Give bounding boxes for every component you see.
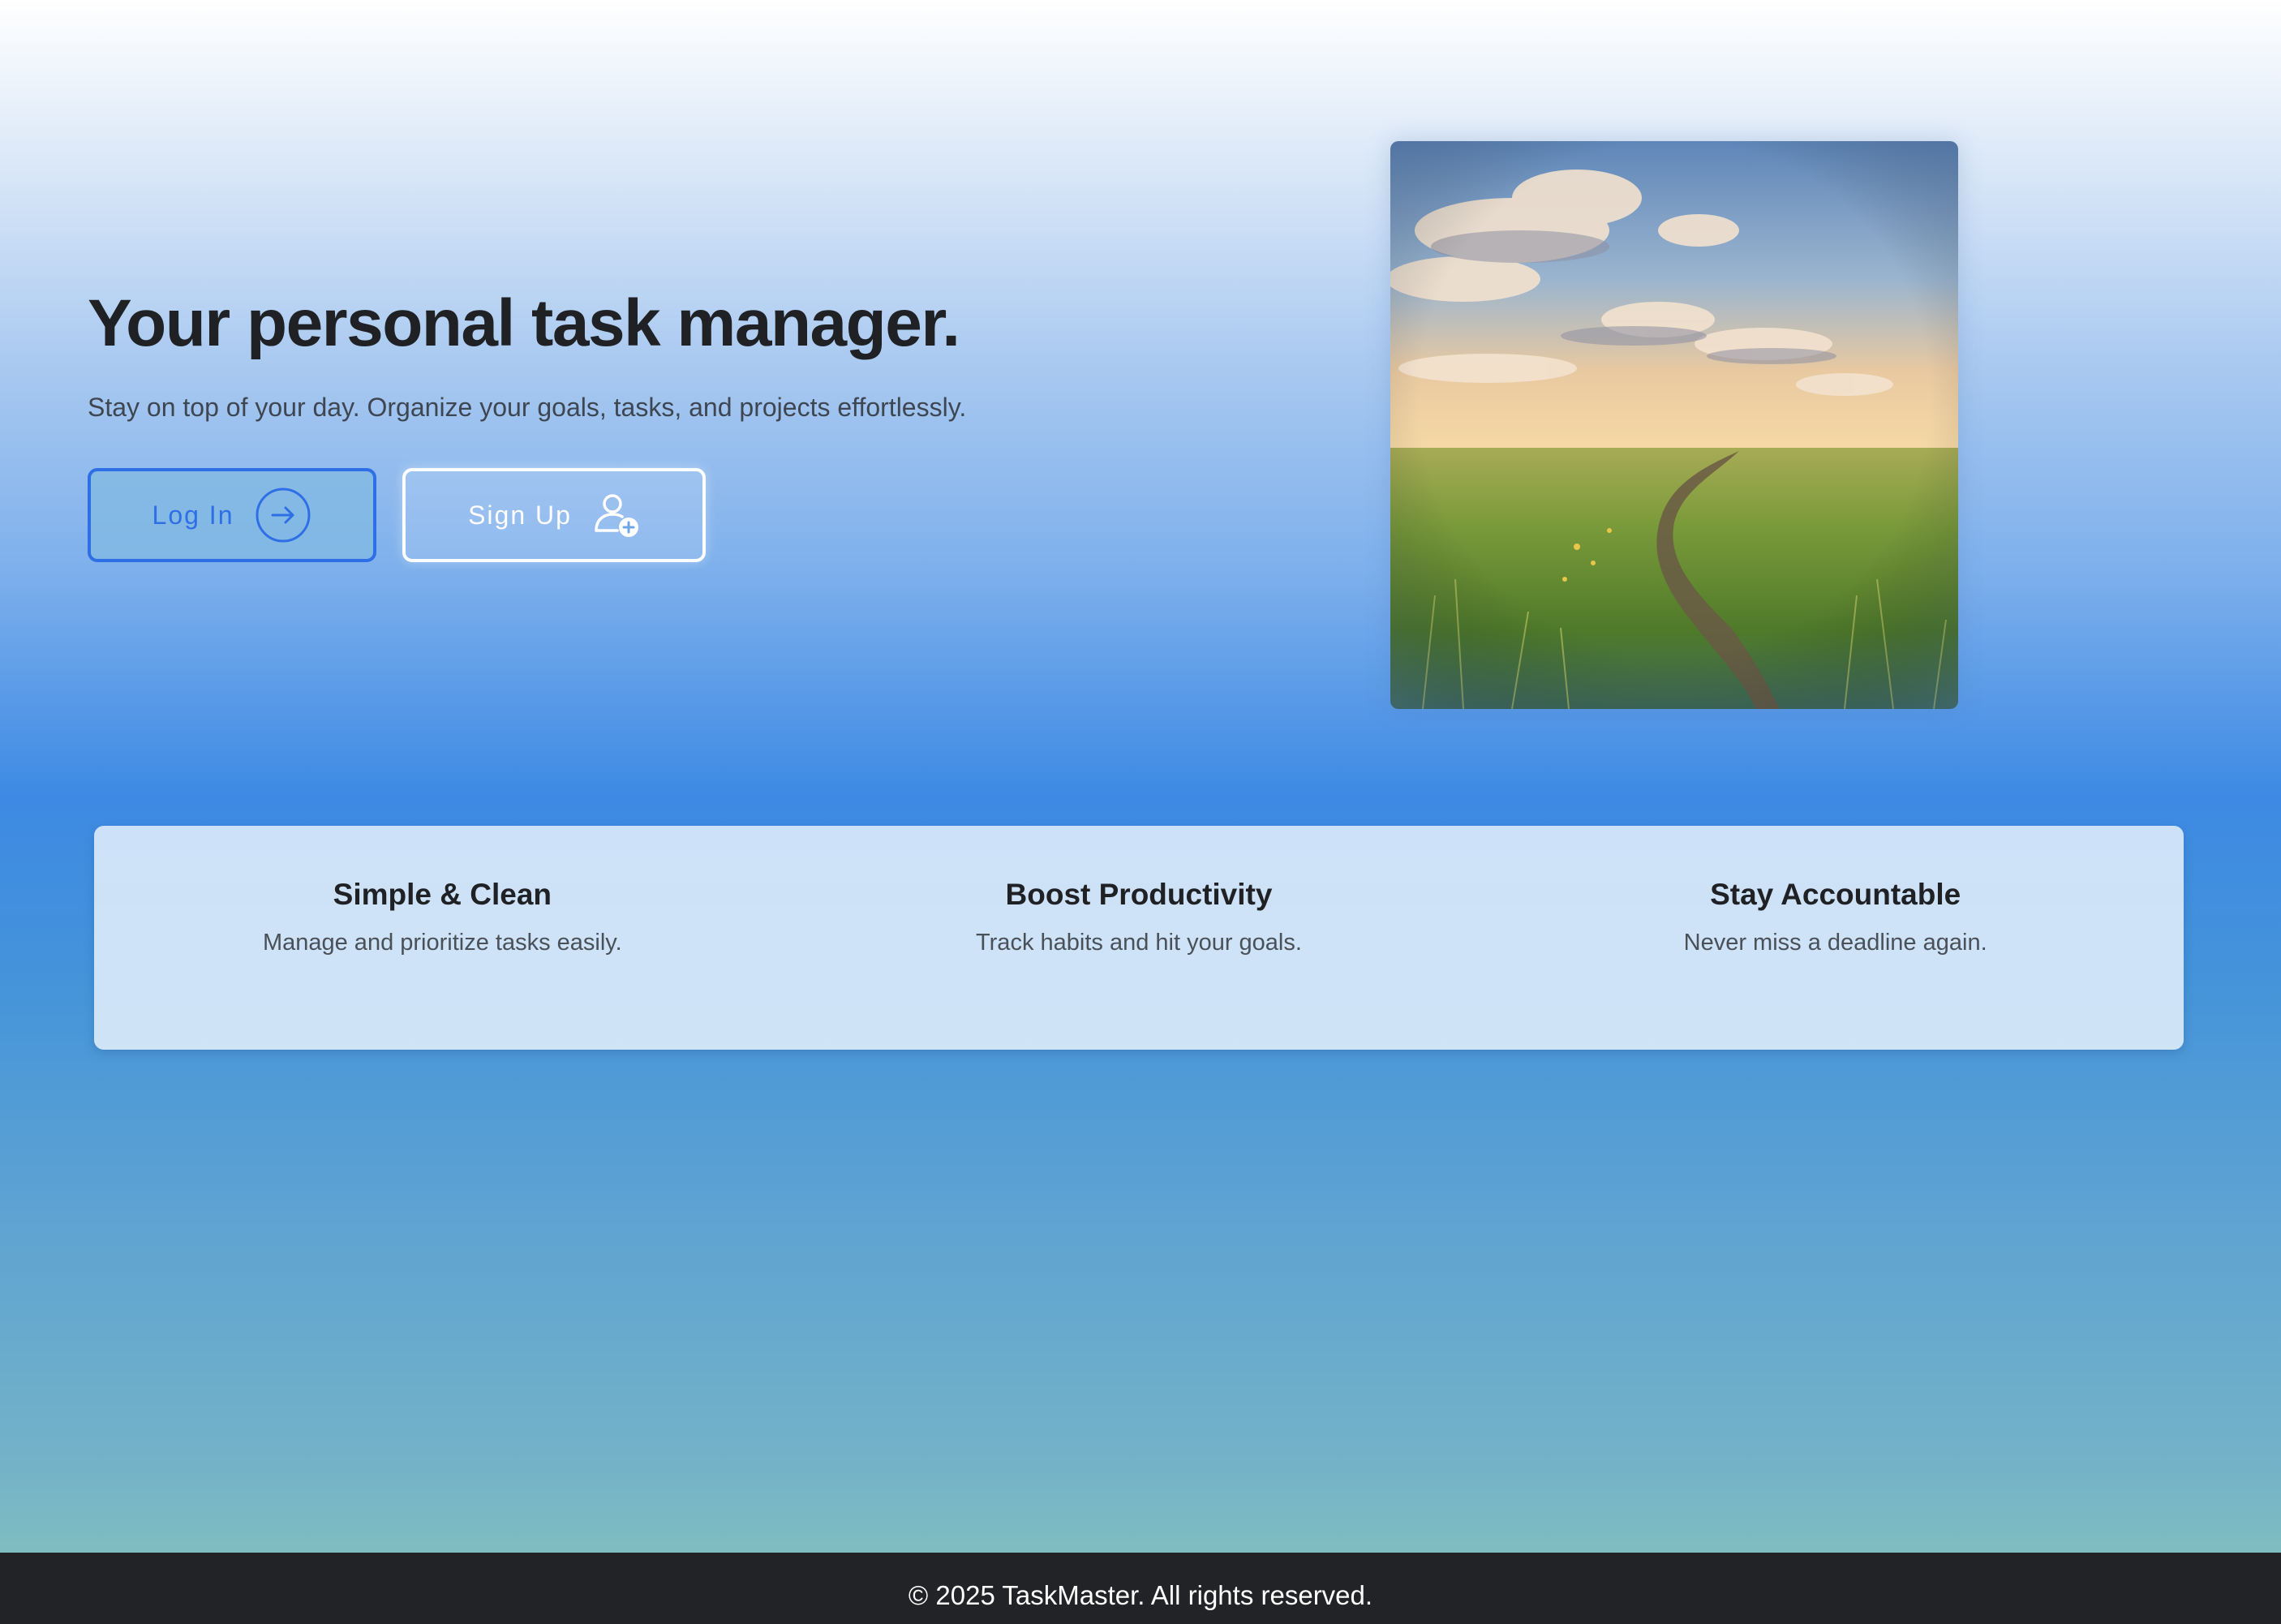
user-plus-icon (593, 492, 640, 539)
hero-image (1390, 141, 1958, 709)
features-card: Simple & Clean Manage and prioritize tas… (94, 826, 2184, 1050)
meadow-landscape-image (1390, 141, 1958, 709)
login-button-label: Log In (152, 500, 234, 530)
footer: © 2025 TaskMaster. All rights reserved. (0, 1553, 2281, 1624)
hero-subtitle: Stay on top of your day. Organize your g… (88, 393, 967, 422)
arrow-right-circle-icon (255, 487, 311, 543)
feature-boost-productivity: Boost Productivity Track habits and hit … (791, 878, 1488, 1050)
feature-title: Boost Productivity (1005, 878, 1273, 911)
feature-title: Simple & Clean (333, 878, 552, 911)
feature-description: Track habits and hit your goals. (976, 930, 1302, 956)
signup-button-label: Sign Up (468, 500, 572, 530)
feature-title: Stay Accountable (1710, 878, 1961, 911)
feature-stay-accountable: Stay Accountable Never miss a deadline a… (1487, 878, 2184, 1050)
feature-description: Never miss a deadline again. (1683, 930, 1987, 956)
footer-copyright: © 2025 TaskMaster. All rights reserved. (908, 1580, 1373, 1610)
login-button[interactable]: Log In (88, 468, 376, 562)
feature-description: Manage and prioritize tasks easily. (262, 930, 622, 956)
feature-simple-clean: Simple & Clean Manage and prioritize tas… (94, 878, 791, 1050)
signup-button[interactable]: Sign Up (402, 468, 706, 562)
hero-title: Your personal task manager. (88, 286, 960, 360)
